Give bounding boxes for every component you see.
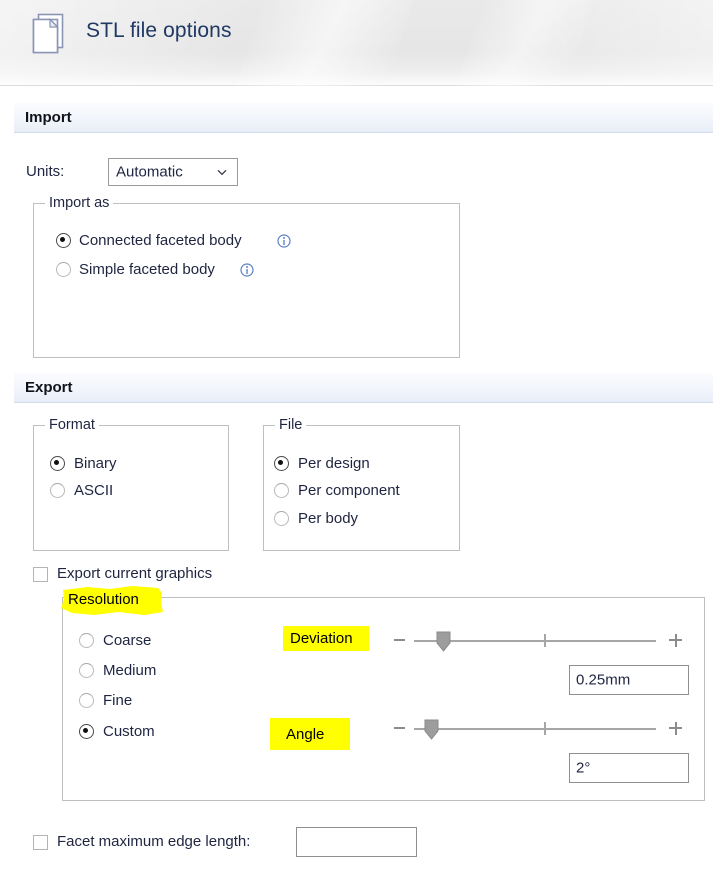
label-simple-faceted-body: Simple faceted body — [79, 261, 215, 278]
document-pages-icon — [32, 13, 64, 54]
units-label: Units: — [26, 163, 65, 180]
radio-per-component[interactable] — [274, 483, 289, 498]
info-icon-simple-faceted-body[interactable] — [240, 263, 254, 277]
deviation-label: Deviation — [290, 630, 353, 647]
label-ascii: ASCII — [74, 482, 114, 499]
deviation-slider-midtick — [544, 634, 546, 647]
label-export-current-graphics: Export current graphics — [57, 565, 213, 582]
deviation-value-input[interactable]: 0.25mm — [569, 665, 689, 695]
deviation-slider-plus-icon-vertical — [674, 633, 677, 647]
label-medium: Medium — [103, 662, 157, 679]
format-legend: Format — [45, 417, 99, 433]
radio-simple-faceted-body[interactable] — [56, 262, 71, 277]
radio-ascii[interactable] — [50, 483, 65, 498]
radio-connected-faceted-body[interactable] — [56, 233, 71, 248]
radio-binary[interactable] — [50, 456, 65, 471]
angle-slider-thumb[interactable] — [424, 719, 439, 740]
angle-slider-track[interactable] — [414, 728, 656, 730]
section-title-export: Export — [25, 379, 73, 396]
import-as-fieldset: Import as — [33, 195, 460, 358]
deviation-slider-minus-icon[interactable] — [394, 639, 405, 641]
resolution-legend: Resolution — [68, 591, 139, 608]
radio-medium[interactable] — [79, 663, 94, 678]
label-binary: Binary — [74, 455, 117, 472]
label-facet-maximum-edge-length: Facet maximum edge length: — [57, 833, 251, 850]
section-header-export: Export — [14, 373, 713, 403]
title-bar-sheen-secondary — [456, 0, 594, 86]
section-title-import: Import — [25, 109, 72, 126]
radio-custom[interactable] — [79, 724, 94, 739]
deviation-slider-thumb[interactable] — [436, 631, 451, 652]
angle-slider-minus-icon[interactable] — [394, 727, 405, 729]
label-custom: Custom — [103, 723, 155, 740]
section-header-import: Import — [14, 103, 713, 133]
import-as-legend: Import as — [45, 195, 114, 211]
units-select[interactable]: Automatic — [108, 158, 238, 186]
label-per-body: Per body — [298, 510, 359, 527]
angle-value-input[interactable]: 2° — [569, 753, 689, 783]
file-legend: File — [275, 417, 307, 433]
radio-per-design[interactable] — [274, 456, 289, 471]
window-title-bar: STL file options — [0, 0, 713, 86]
radio-coarse[interactable] — [79, 633, 94, 648]
label-connected-faceted-body: Connected faceted body — [79, 232, 242, 249]
label-per-design: Per design — [298, 455, 370, 472]
radio-fine[interactable] — [79, 693, 94, 708]
chevron-down-icon — [217, 169, 227, 176]
title-bar-sheen — [236, 0, 414, 86]
checkbox-export-current-graphics[interactable] — [33, 567, 48, 582]
deviation-value: 0.25mm — [576, 671, 631, 689]
page-title: STL file options — [86, 19, 232, 42]
units-select-value: Automatic — [116, 163, 183, 181]
angle-value: 2° — [576, 759, 591, 777]
angle-label: Angle — [286, 726, 325, 743]
angle-slider[interactable] — [394, 718, 682, 740]
radio-per-body[interactable] — [274, 511, 289, 526]
deviation-slider[interactable] — [394, 630, 682, 652]
angle-slider-midtick — [544, 722, 546, 735]
angle-slider-plus-icon-vertical — [674, 721, 677, 735]
info-icon-connected-faceted-body[interactable] — [277, 234, 291, 248]
facet-maximum-edge-length-input[interactable] — [296, 827, 417, 857]
label-per-component: Per component — [298, 482, 400, 499]
checkbox-facet-maximum-edge-length[interactable] — [33, 835, 48, 850]
label-fine: Fine — [103, 692, 133, 709]
label-coarse: Coarse — [103, 632, 152, 649]
